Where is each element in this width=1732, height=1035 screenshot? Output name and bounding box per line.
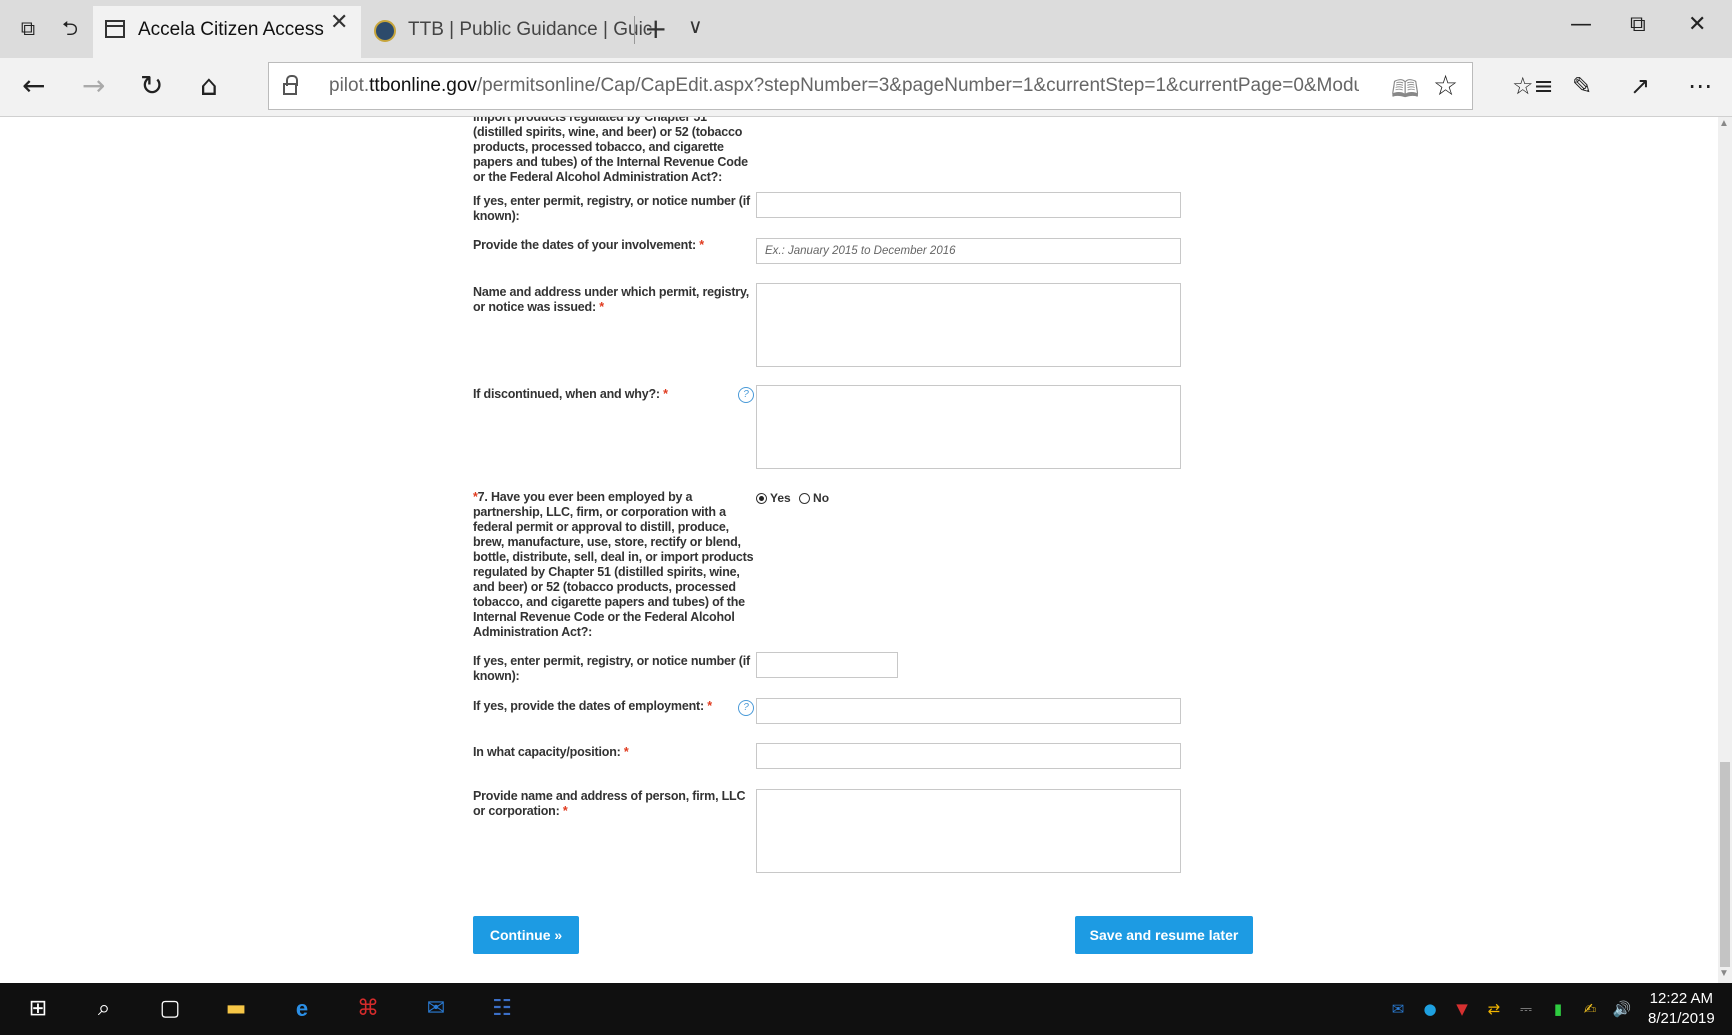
- url-field[interactable]: pilot.ttbonline.gov/permitsonline/Cap/Ca…: [268, 62, 1473, 110]
- ttb-favicon-icon: [374, 20, 396, 42]
- q7-no-label: No: [813, 491, 830, 505]
- discontinued-label: If discontinued, when and why?: *: [473, 387, 668, 401]
- tab-title: TTB | Public Guidance | Guic: [408, 19, 653, 40]
- set-tabs-aside-icon[interactable]: ⧉: [16, 16, 40, 40]
- mcafee-tray-icon[interactable]: ▼: [1452, 999, 1472, 1019]
- help-icon[interactable]: ?: [738, 387, 754, 403]
- lock-icon: [283, 75, 298, 95]
- new-tab-icon[interactable]: +: [644, 12, 667, 45]
- q7-label: *7. Have you ever been employed by a par…: [473, 490, 754, 639]
- clock-time: 12:22 AM: [1649, 990, 1714, 1007]
- dates-employment-field[interactable]: [756, 698, 1181, 724]
- name-address-label: Name and address under which permit, reg…: [473, 285, 750, 314]
- close-window-icon[interactable]: ✕: [1688, 12, 1706, 37]
- q7-radio-group: Yes No: [756, 491, 829, 505]
- volume-tray-icon[interactable]: 🔊: [1612, 999, 1632, 1019]
- forward-icon[interactable]: →: [82, 70, 105, 102]
- tab-accela-citizen-access[interactable]: Accela Citizen Access: [93, 6, 361, 58]
- usb-tray-icon[interactable]: ⎓: [1516, 999, 1536, 1019]
- clock-date: 8/21/2019: [1648, 1010, 1715, 1027]
- outlook-tray-icon[interactable]: ✉: [1388, 999, 1408, 1019]
- help-icon[interactable]: ?: [738, 700, 754, 716]
- permit-number-label-2: If yes, enter permit, registry, or notic…: [473, 654, 750, 683]
- dates-employment-label: If yes, provide the dates of employment:…: [473, 699, 712, 713]
- share-icon[interactable]: ↗: [1630, 70, 1650, 102]
- battery-tray-icon[interactable]: ▮: [1548, 999, 1568, 1019]
- notes-tray-icon[interactable]: ✍: [1580, 999, 1600, 1019]
- minimize-icon[interactable]: —: [1570, 12, 1592, 37]
- system-clock[interactable]: 12:22 AM 8/21/2019: [1648, 989, 1715, 1029]
- scrollbar-thumb[interactable]: [1720, 762, 1730, 967]
- person-firm-textarea[interactable]: [756, 789, 1181, 873]
- reading-view-icon[interactable]: 🕮: [1391, 72, 1419, 113]
- outlook-icon[interactable]: ✉: [422, 995, 450, 1023]
- web-note-pen-icon[interactable]: ✎: [1572, 70, 1592, 102]
- tab-title: Accela Citizen Access: [138, 19, 324, 40]
- url-text: pilot.ttbonline.gov/permitsonline/Cap/Ca…: [329, 75, 1359, 96]
- continue-button[interactable]: Continue »: [473, 916, 579, 954]
- capacity-label: In what capacity/position: *: [473, 745, 629, 759]
- word-icon[interactable]: ☷: [488, 995, 516, 1023]
- back-icon[interactable]: ←: [22, 70, 45, 102]
- capacity-field[interactable]: [756, 743, 1181, 769]
- permit-number-field-2[interactable]: [756, 652, 898, 678]
- page-icon: [105, 20, 125, 38]
- person-firm-label: Provide name and address of person, firm…: [473, 789, 746, 818]
- favorite-star-icon[interactable]: ☆: [1433, 69, 1458, 102]
- favorites-list-icon[interactable]: ☆≡: [1512, 70, 1554, 102]
- dates-involvement-label: Provide the dates of your involvement: *: [473, 238, 704, 252]
- browser-tab-bar: ⧉ ⮌ Accela Citizen Access ✕ TTB | Public…: [0, 0, 1732, 58]
- acrobat-icon[interactable]: ⌘: [354, 995, 382, 1023]
- sync-tray-icon[interactable]: ⇄: [1484, 999, 1504, 1019]
- previous-question-label: import products regulated by Chapter 51 …: [473, 117, 748, 184]
- name-address-textarea[interactable]: [756, 283, 1181, 367]
- edge-icon[interactable]: e: [288, 995, 316, 1023]
- refresh-icon[interactable]: ↻: [140, 70, 163, 102]
- permit-number-label-1: If yes, enter permit, registry, or notic…: [473, 194, 750, 223]
- file-explorer-icon[interactable]: ▬: [222, 995, 250, 1023]
- tab-preview-chevron-icon[interactable]: ∨: [688, 14, 703, 38]
- browser-address-bar: ← → ↻ ⌂ pilot.ttbonline.gov/permitsonlin…: [0, 58, 1732, 117]
- search-icon[interactable]: ⌕: [90, 995, 118, 1023]
- save-resume-later-button[interactable]: Save and resume later: [1075, 916, 1253, 954]
- more-menu-icon[interactable]: ⋯: [1688, 70, 1712, 102]
- dates-involvement-field[interactable]: Ex.: January 2015 to December 2016: [756, 238, 1181, 264]
- q7-yes-radio[interactable]: [756, 493, 767, 505]
- tab-divider: [634, 16, 635, 44]
- show-tabs-aside-icon[interactable]: ⮌: [58, 16, 82, 40]
- q7-no-radio[interactable]: [799, 493, 811, 505]
- restore-icon[interactable]: ⧉: [1630, 12, 1646, 37]
- skype-tray-icon[interactable]: ●: [1420, 999, 1440, 1019]
- windows-taskbar: ⊞ ⌕ ▢ ▬ e ⌘ ✉ ☷ ✉ ● ▼ ⇄ ⎓ ▮ ✍ 🔊 12:22 AM…: [0, 983, 1732, 1035]
- scroll-down-icon[interactable]: ▼: [1719, 968, 1729, 979]
- task-view-icon[interactable]: ▢: [156, 995, 184, 1023]
- q7-yes-label: Yes: [770, 491, 791, 505]
- scroll-up-icon[interactable]: ▲: [1719, 118, 1729, 129]
- windows-start-icon[interactable]: ⊞: [24, 995, 52, 1023]
- page-content: import products regulated by Chapter 51 …: [0, 117, 1718, 983]
- discontinued-textarea[interactable]: [756, 385, 1181, 469]
- permit-number-field-1[interactable]: [756, 192, 1181, 218]
- home-icon[interactable]: ⌂: [200, 70, 218, 102]
- tab-ttb-public-guidance[interactable]: TTB | Public Guidance | Guic: [370, 6, 652, 58]
